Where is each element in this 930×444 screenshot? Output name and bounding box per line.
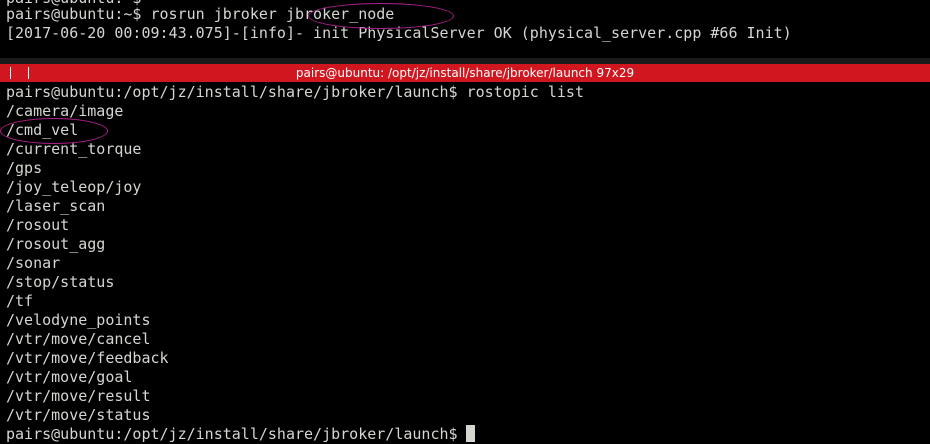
topic-item: /gps <box>6 159 43 177</box>
titlebar-handle-icon[interactable] <box>0 64 30 82</box>
annotation-circle-jbroker-node <box>308 3 454 29</box>
bottom-terminal-pane[interactable]: pairs@ubuntu:/opt/jz/install/share/jbrok… <box>0 82 930 444</box>
annotation-circle-cmd-vel <box>0 118 108 144</box>
topic-item: /stop/status <box>6 273 115 291</box>
topic-item: /vtr/move/result <box>6 387 151 405</box>
final-prompt: pairs@ubuntu:/opt/jz/install/share/jbrok… <box>6 425 458 443</box>
topic-item: /velodyne_points <box>6 311 151 329</box>
terminal-title: pairs@ubuntu: /opt/jz/install/share/jbro… <box>295 66 635 80</box>
topic-item: /vtr/move/cancel <box>6 330 151 348</box>
topic-item: /tf <box>6 292 34 310</box>
topic-item: /vtr/move/goal <box>6 368 133 386</box>
topic-item: /joy_teleop/joy <box>6 178 142 196</box>
terminal-titlebar[interactable]: pairs@ubuntu: /opt/jz/install/share/jbro… <box>0 64 930 82</box>
topic-item: /laser_scan <box>6 197 106 215</box>
top-terminal-pane[interactable]: pairs@ubuntu:~$ pairs@ubuntu:~$ rosrun j… <box>0 0 930 64</box>
topic-item: /sonar <box>6 254 61 272</box>
text-cursor <box>465 425 475 442</box>
topic-item: /rosout_agg <box>6 235 106 253</box>
topic-item: /vtr/move/feedback <box>6 349 169 367</box>
final-prompt-line[interactable]: pairs@ubuntu:/opt/jz/install/share/jbrok… <box>6 425 475 444</box>
topic-item: /rosout <box>6 216 70 234</box>
topic-item: /vtr/move/status <box>6 406 151 424</box>
rostopic-command-line: pairs@ubuntu:/opt/jz/install/share/jbrok… <box>6 83 584 101</box>
